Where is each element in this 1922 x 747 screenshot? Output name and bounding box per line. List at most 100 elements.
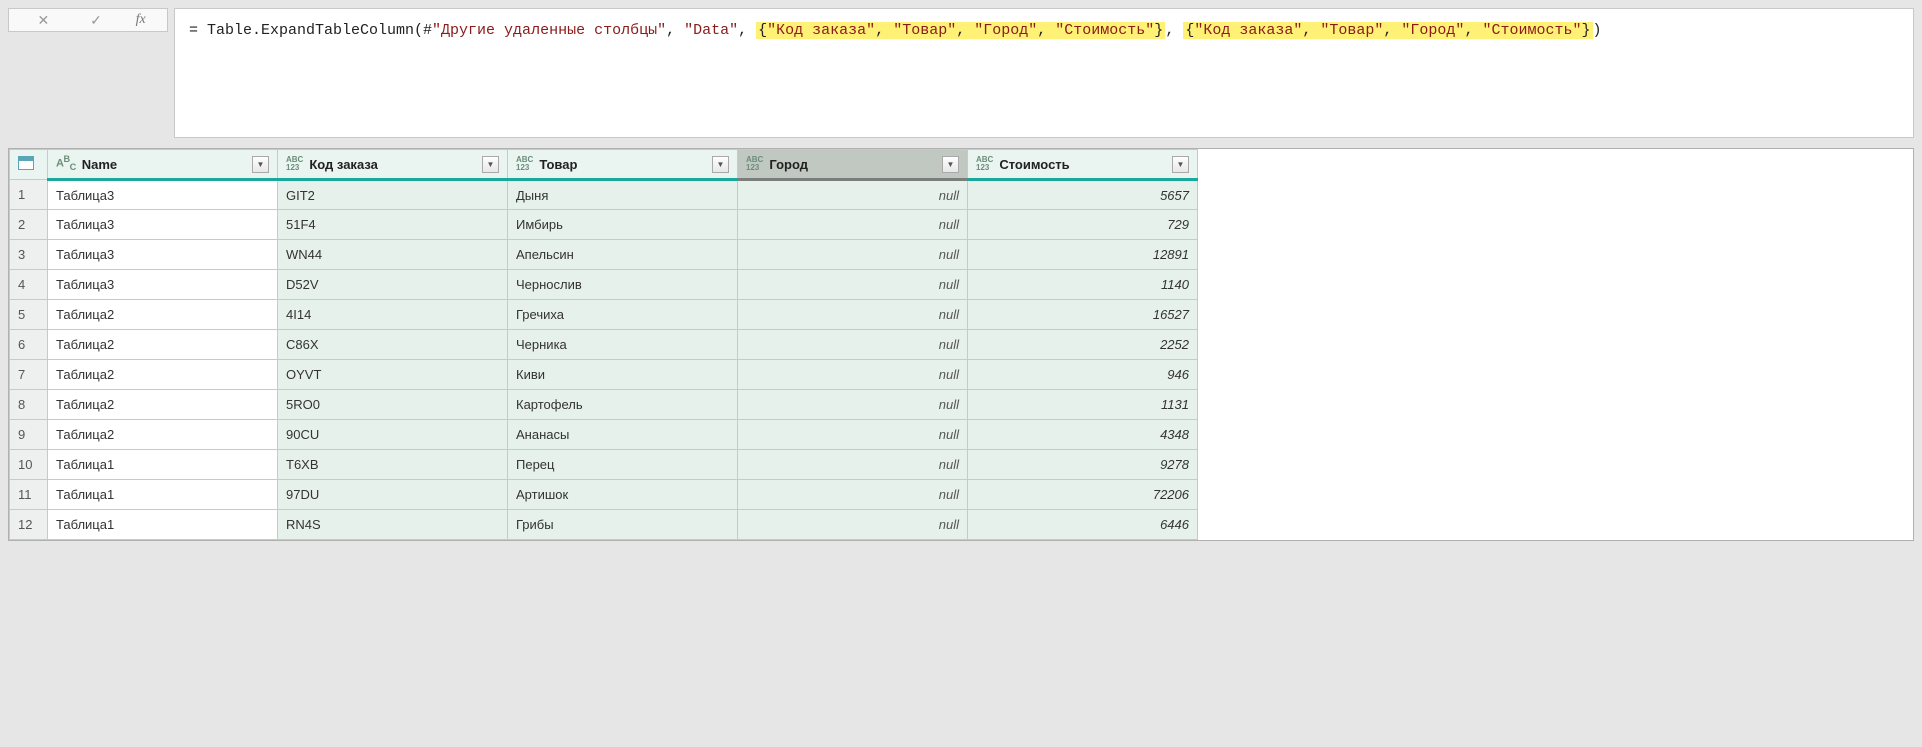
column-header-name[interactable]: ABC Name ▼ xyxy=(48,150,278,180)
row-number[interactable]: 1 xyxy=(10,180,48,210)
filter-icon[interactable]: ▼ xyxy=(942,156,959,173)
cell-kod-zakaza[interactable]: D52V xyxy=(278,270,508,300)
row-number[interactable]: 12 xyxy=(10,510,48,540)
cell-kod-zakaza[interactable]: 90CU xyxy=(278,420,508,450)
cell-tovar[interactable]: Чернослив xyxy=(508,270,738,300)
table-row[interactable]: 8Таблица25RO0Картофельnull1131 xyxy=(10,390,1198,420)
column-header-stoimost[interactable]: ABC123 Стоимость ▼ xyxy=(968,150,1198,180)
cell-kod-zakaza[interactable]: WN44 xyxy=(278,240,508,270)
cell-gorod[interactable]: null xyxy=(738,270,968,300)
cell-kod-zakaza[interactable]: 51F4 xyxy=(278,210,508,240)
filter-icon[interactable]: ▼ xyxy=(712,156,729,173)
cell-kod-zakaza[interactable]: 97DU xyxy=(278,480,508,510)
cell-gorod[interactable]: null xyxy=(738,390,968,420)
cell-tovar[interactable]: Имбирь xyxy=(508,210,738,240)
cell-kod-zakaza[interactable]: RN4S xyxy=(278,510,508,540)
cell-tovar[interactable]: Картофель xyxy=(508,390,738,420)
cell-name[interactable]: Таблица2 xyxy=(48,390,278,420)
table-row[interactable]: 7Таблица2OYVTКивиnull946 xyxy=(10,360,1198,390)
filter-icon[interactable]: ▼ xyxy=(482,156,499,173)
column-header-tovar[interactable]: ABC123 Товар ▼ xyxy=(508,150,738,180)
column-header-kod-zakaza[interactable]: ABC123 Код заказа ▼ xyxy=(278,150,508,180)
cell-gorod[interactable]: null xyxy=(738,420,968,450)
row-number[interactable]: 11 xyxy=(10,480,48,510)
column-header-gorod[interactable]: ABC123 Город ▼ xyxy=(738,150,968,180)
cell-tovar[interactable]: Ананасы xyxy=(508,420,738,450)
cell-name[interactable]: Таблица2 xyxy=(48,420,278,450)
cell-gorod[interactable]: null xyxy=(738,330,968,360)
cell-stoimost[interactable]: 5657 xyxy=(968,180,1198,210)
cell-stoimost[interactable]: 1140 xyxy=(968,270,1198,300)
row-number[interactable]: 9 xyxy=(10,420,48,450)
table-row[interactable]: 9Таблица290CUАнанасыnull4348 xyxy=(10,420,1198,450)
cell-name[interactable]: Таблица2 xyxy=(48,360,278,390)
table-row[interactable]: 1Таблица3GIT2Дыняnull5657 xyxy=(10,180,1198,210)
row-number[interactable]: 5 xyxy=(10,300,48,330)
cell-stoimost[interactable]: 72206 xyxy=(968,480,1198,510)
table-row[interactable]: 4Таблица3D52VЧерносливnull1140 xyxy=(10,270,1198,300)
cell-gorod[interactable]: null xyxy=(738,240,968,270)
cell-tovar[interactable]: Апельсин xyxy=(508,240,738,270)
cell-stoimost[interactable]: 729 xyxy=(968,210,1198,240)
cell-gorod[interactable]: null xyxy=(738,300,968,330)
cell-name[interactable]: Таблица3 xyxy=(48,240,278,270)
cell-gorod[interactable]: null xyxy=(738,450,968,480)
row-number[interactable]: 7 xyxy=(10,360,48,390)
cell-stoimost[interactable]: 2252 xyxy=(968,330,1198,360)
filter-icon[interactable]: ▼ xyxy=(1172,156,1189,173)
formula-input[interactable]: = Table.ExpandTableColumn(#"Другие удале… xyxy=(174,8,1914,138)
row-number[interactable]: 8 xyxy=(10,390,48,420)
cell-stoimost[interactable]: 4348 xyxy=(968,420,1198,450)
row-number[interactable]: 6 xyxy=(10,330,48,360)
cell-gorod[interactable]: null xyxy=(738,510,968,540)
table-row[interactable]: 6Таблица2C86XЧерникаnull2252 xyxy=(10,330,1198,360)
cell-name[interactable]: Таблица2 xyxy=(48,330,278,360)
row-number[interactable]: 4 xyxy=(10,270,48,300)
cell-name[interactable]: Таблица1 xyxy=(48,450,278,480)
cancel-icon[interactable]: ✕ xyxy=(30,9,56,31)
cell-tovar[interactable]: Дыня xyxy=(508,180,738,210)
select-all-corner[interactable] xyxy=(10,150,48,180)
cell-name[interactable]: Таблица2 xyxy=(48,300,278,330)
cell-stoimost[interactable]: 12891 xyxy=(968,240,1198,270)
type-any-icon: ABC123 xyxy=(746,156,763,172)
cell-stoimost[interactable]: 946 xyxy=(968,360,1198,390)
cell-name[interactable]: Таблица3 xyxy=(48,270,278,300)
cell-gorod[interactable]: null xyxy=(738,480,968,510)
table-row[interactable]: 2Таблица351F4Имбирьnull729 xyxy=(10,210,1198,240)
cell-gorod[interactable]: null xyxy=(738,210,968,240)
cell-gorod[interactable]: null xyxy=(738,180,968,210)
filter-icon[interactable]: ▼ xyxy=(252,156,269,173)
table-row[interactable]: 10Таблица1T6XBПерецnull9278 xyxy=(10,450,1198,480)
cell-tovar[interactable]: Черника xyxy=(508,330,738,360)
table-row[interactable]: 5Таблица24I14Гречихаnull16527 xyxy=(10,300,1198,330)
cell-stoimost[interactable]: 6446 xyxy=(968,510,1198,540)
cell-stoimost[interactable]: 9278 xyxy=(968,450,1198,480)
cell-kod-zakaza[interactable]: GIT2 xyxy=(278,180,508,210)
cell-gorod[interactable]: null xyxy=(738,360,968,390)
table-row[interactable]: 11Таблица197DUАртишокnull72206 xyxy=(10,480,1198,510)
cell-name[interactable]: Таблица3 xyxy=(48,180,278,210)
row-number[interactable]: 10 xyxy=(10,450,48,480)
cell-name[interactable]: Таблица1 xyxy=(48,480,278,510)
row-number[interactable]: 2 xyxy=(10,210,48,240)
fx-icon[interactable]: fx xyxy=(136,12,146,28)
row-number[interactable]: 3 xyxy=(10,240,48,270)
cell-kod-zakaza[interactable]: 4I14 xyxy=(278,300,508,330)
cell-kod-zakaza[interactable]: C86X xyxy=(278,330,508,360)
table-row[interactable]: 3Таблица3WN44Апельсинnull12891 xyxy=(10,240,1198,270)
cell-name[interactable]: Таблица1 xyxy=(48,510,278,540)
cell-kod-zakaza[interactable]: T6XB xyxy=(278,450,508,480)
cell-stoimost[interactable]: 1131 xyxy=(968,390,1198,420)
cell-name[interactable]: Таблица3 xyxy=(48,210,278,240)
accept-icon[interactable]: ✓ xyxy=(83,9,109,31)
cell-tovar[interactable]: Артишок xyxy=(508,480,738,510)
table-row[interactable]: 12Таблица1RN4SГрибыnull6446 xyxy=(10,510,1198,540)
cell-tovar[interactable]: Киви xyxy=(508,360,738,390)
cell-tovar[interactable]: Гречиха xyxy=(508,300,738,330)
cell-tovar[interactable]: Перец xyxy=(508,450,738,480)
cell-tovar[interactable]: Грибы xyxy=(508,510,738,540)
cell-kod-zakaza[interactable]: OYVT xyxy=(278,360,508,390)
cell-stoimost[interactable]: 16527 xyxy=(968,300,1198,330)
cell-kod-zakaza[interactable]: 5RO0 xyxy=(278,390,508,420)
